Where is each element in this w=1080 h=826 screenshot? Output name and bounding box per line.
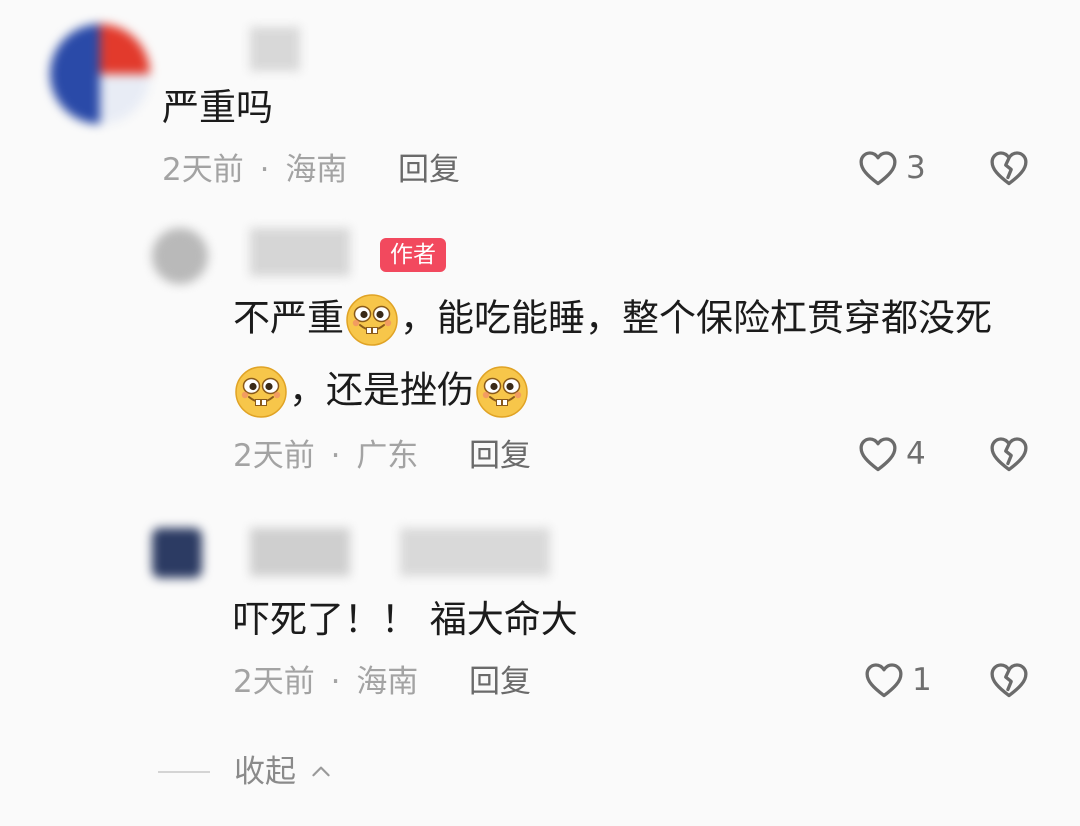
comment-3: 吓死了！！ 福大命大 2天前 · 海南 回复 1 (0, 520, 1080, 720)
comment-text: 严重吗 (162, 86, 273, 129)
like-count: 1 (912, 662, 932, 698)
grinning-face-emoji-icon (474, 364, 530, 420)
reply-button[interactable]: 回复 (469, 664, 531, 700)
comment-meta: 2天前 · 海南 (162, 152, 347, 188)
comment-text: 不严重 ，能吃能睡，整个保险杠贯穿都没死 (233, 292, 992, 348)
username-extra (400, 528, 550, 576)
avatar[interactable] (50, 24, 150, 124)
reply-button[interactable]: 回复 (398, 152, 460, 188)
divider (158, 771, 210, 773)
chevron-up-icon (312, 766, 330, 777)
comment-meta: 2天前 · 海南 (233, 664, 418, 700)
comment-location: 广东 (356, 438, 419, 474)
collapse-replies-button[interactable]: 收起 (158, 754, 334, 790)
heart-outline-icon (856, 146, 900, 190)
meta-separator: · (330, 438, 341, 474)
comment-text-part: 不严重 (233, 296, 344, 340)
heart-outline-icon (856, 432, 900, 476)
reply-button[interactable]: 回复 (469, 438, 531, 474)
dislike-button[interactable] (987, 432, 1031, 480)
author-badge: 作者 (380, 238, 446, 272)
like-button[interactable]: 3 (856, 146, 926, 190)
comment-1: 严重吗 2天前 · 海南 回复 3 (0, 0, 1080, 200)
username[interactable] (250, 528, 350, 576)
like-count: 3 (906, 150, 926, 186)
heart-outline-icon (862, 658, 906, 702)
broken-heart-icon (987, 146, 1031, 190)
meta-separator: · (330, 664, 341, 700)
avatar[interactable] (152, 228, 208, 284)
grinning-face-emoji-icon (233, 364, 289, 420)
broken-heart-icon (987, 432, 1031, 476)
comment-text-line2: ，还是挫伤 (233, 364, 530, 420)
comment-2: 作者 不严重 ，能吃能睡，整个保险杠贯穿都没死 ，还是挫伤 2天前 · 广东 回复… (0, 220, 1080, 490)
comment-text: 吓死了！！ 福大命大 (233, 598, 578, 641)
broken-heart-icon (987, 658, 1031, 702)
comment-text-part: ，还是挫伤 (289, 368, 474, 412)
like-button[interactable]: 4 (856, 432, 926, 476)
comment-location: 海南 (285, 152, 348, 188)
grinning-face-emoji-icon (344, 292, 400, 348)
dislike-button[interactable] (987, 146, 1031, 194)
dislike-button[interactable] (987, 658, 1031, 706)
like-button[interactable]: 1 (862, 658, 932, 702)
comment-text-part: ，能吃能睡，整个保险杠贯穿都没死 (400, 296, 992, 340)
username[interactable] (250, 27, 300, 71)
like-count: 4 (906, 436, 926, 472)
meta-separator: · (259, 152, 270, 188)
username[interactable] (250, 228, 350, 276)
comment-meta: 2天前 · 广东 (233, 438, 418, 474)
avatar[interactable] (152, 528, 202, 578)
collapse-label: 收起 (234, 754, 296, 790)
comment-time: 2天前 (233, 438, 315, 474)
comment-location: 海南 (356, 664, 419, 700)
comment-time: 2天前 (233, 664, 315, 700)
comment-time: 2天前 (162, 152, 244, 188)
